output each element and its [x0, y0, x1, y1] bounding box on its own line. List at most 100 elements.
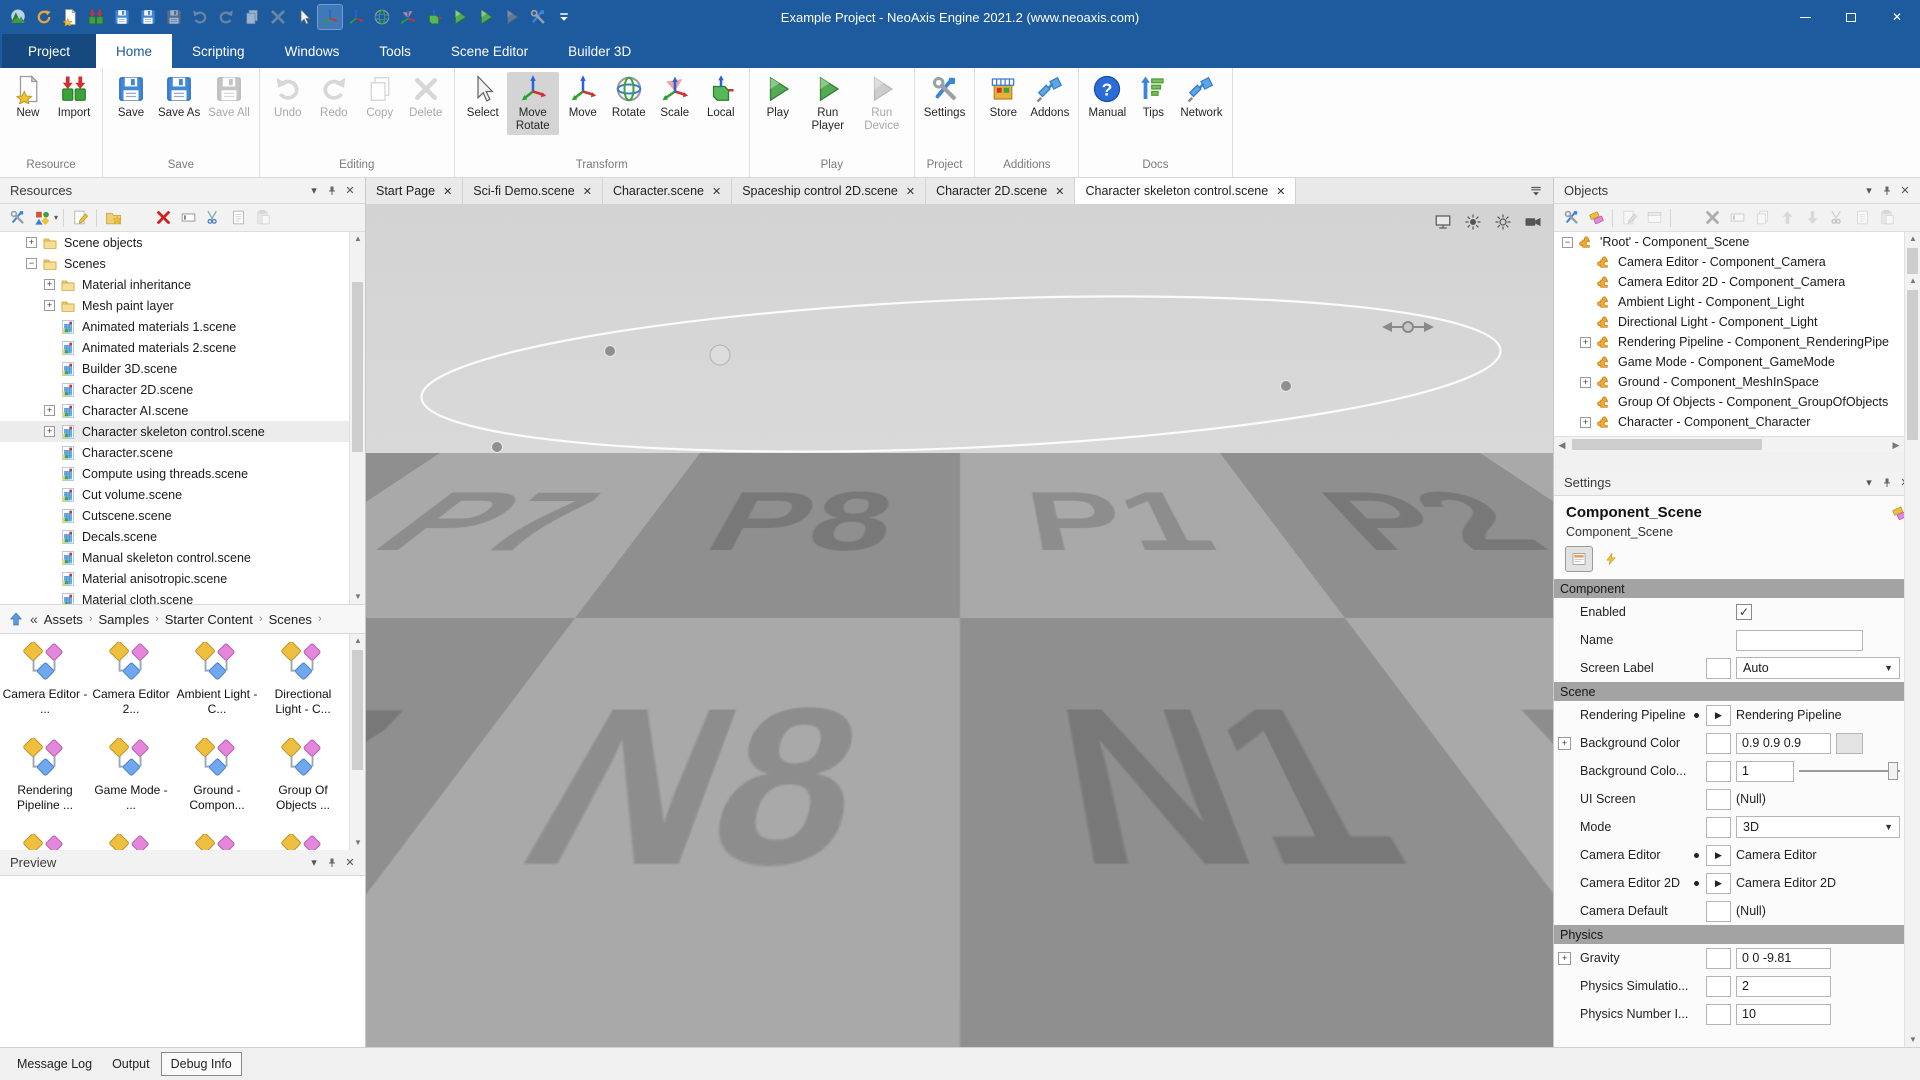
tools-button[interactable] — [6, 207, 28, 229]
doc-tab-sci-fi-demo-scene[interactable]: Sci-fi Demo.scene ✕ — [463, 178, 603, 204]
doc-tab-start-page[interactable]: Start Page ✕ — [366, 178, 464, 204]
expand-icon[interactable]: + — [1558, 951, 1571, 965]
tree-item[interactable]: Cut volume.scene — [0, 484, 365, 505]
tree-item[interactable]: Animated materials 2.scene — [0, 337, 365, 358]
color-swatch[interactable] — [1836, 732, 1863, 754]
scroll-down-icon[interactable]: ▼ — [1905, 1033, 1920, 1047]
save-as-button[interactable]: Save As — [155, 72, 203, 122]
tree-item[interactable]: + Ground - Component_MeshInSpace — [1554, 372, 1920, 392]
xred-button[interactable] — [152, 207, 174, 229]
local-button[interactable] — [422, 5, 446, 29]
scroll-left-icon[interactable]: ◀ — [1554, 437, 1570, 453]
thumbnails-scrollbar[interactable]: ▲ ▼ — [349, 634, 365, 850]
redo-button[interactable]: Redo — [312, 72, 356, 122]
up-folder-icon[interactable] — [8, 611, 24, 627]
store-button[interactable]: Store — [981, 72, 1025, 122]
name-field[interactable] — [1736, 629, 1863, 651]
settings-section-physics[interactable]: Physics — [1554, 925, 1904, 944]
expand-icon[interactable]: + — [1580, 416, 1591, 428]
ref-button[interactable] — [1706, 947, 1731, 969]
asset-item[interactable] — [88, 830, 174, 850]
pencil-button[interactable] — [69, 207, 91, 229]
breadcrumb-item-starter-content[interactable]: Starter Content — [165, 612, 253, 627]
tree-item[interactable]: + Mesh paint layer — [0, 295, 365, 316]
settings-section-scene[interactable]: Scene — [1554, 682, 1904, 701]
panel-menu-icon[interactable]: ▾ — [305, 855, 323, 871]
menu-tab-home[interactable]: Home — [96, 34, 173, 68]
ref-button[interactable] — [1706, 657, 1731, 679]
sun-button[interactable] — [1461, 212, 1485, 232]
scroll-up-icon[interactable]: ▲ — [350, 232, 366, 246]
folderstar-button[interactable] — [102, 207, 124, 229]
tree-item[interactable]: − Scenes — [0, 253, 365, 274]
enabled-checkbox[interactable]: ✓ — [1736, 604, 1752, 620]
scissors-button[interactable] — [1826, 207, 1848, 229]
resources-scrollbar[interactable]: ▲ ▼ — [349, 232, 365, 604]
background-colo--field[interactable]: 1 — [1736, 760, 1794, 782]
copy-button[interactable] — [240, 5, 264, 29]
camera-editor-ref-button[interactable]: ▶ — [1706, 844, 1731, 866]
select-button[interactable]: Select — [461, 72, 505, 122]
tools-button[interactable] — [526, 5, 550, 29]
panel-menu-icon[interactable]: ▾ — [305, 183, 323, 199]
customize-toolbar-button[interactable] — [552, 5, 576, 29]
tree-item[interactable]: Manual skeleton control.scene — [0, 547, 365, 568]
new-resource-button[interactable] — [58, 5, 82, 29]
background-colo--slider[interactable] — [1799, 762, 1900, 780]
sun2-button[interactable] — [1491, 212, 1515, 232]
scissors-button[interactable] — [202, 207, 224, 229]
move-button[interactable] — [344, 5, 368, 29]
ref-button[interactable] — [1706, 732, 1731, 754]
select-button[interactable] — [292, 5, 316, 29]
scale-button[interactable]: Scale — [653, 72, 697, 122]
ref-button[interactable] — [1706, 816, 1731, 838]
ref-button[interactable] — [1706, 1003, 1731, 1025]
tree-item[interactable]: Compute using threads.scene — [0, 463, 365, 484]
tree-item[interactable]: − 'Root' - Component_Scene — [1554, 232, 1920, 252]
move-rotate-button[interactable]: Move Rotate — [506, 72, 559, 136]
doc-tab-character-skeleton-control-scene[interactable]: Character skeleton control.scene ✕ — [1075, 178, 1297, 204]
expand-icon[interactable]: + — [44, 279, 55, 290]
pin-icon[interactable] — [323, 183, 341, 199]
move-button[interactable]: Move — [561, 72, 605, 122]
app-logo-button[interactable] — [6, 5, 30, 29]
ref-button[interactable] — [1706, 975, 1731, 997]
close-panel-icon[interactable]: ✕ — [341, 183, 359, 199]
panel-menu-icon[interactable]: ▾ — [1860, 475, 1878, 491]
close-tab-icon[interactable]: ✕ — [906, 185, 915, 198]
pin-icon[interactable] — [1878, 475, 1896, 491]
events-tab-button[interactable] — [1598, 547, 1624, 571]
play-button[interactable]: Play — [756, 72, 800, 122]
save-button[interactable]: Save — [109, 72, 153, 122]
scroll-down-icon[interactable]: ▼ — [350, 590, 366, 604]
tree-item[interactable]: Camera Editor - Component_Camera — [1554, 252, 1920, 272]
redo-button[interactable] — [214, 5, 238, 29]
settings-scrollbar[interactable]: ▲ ▼ — [1904, 274, 1920, 1047]
menu-tab-scene-editor[interactable]: Scene Editor — [431, 34, 548, 68]
close-tab-icon[interactable]: ✕ — [443, 185, 452, 198]
doc-tab-character-scene[interactable]: Character.scene ✕ — [603, 178, 733, 204]
expand-icon[interactable]: + — [1580, 336, 1591, 348]
settings-button[interactable]: Settings — [921, 72, 969, 122]
run-device-button[interactable] — [500, 5, 524, 29]
camera-button[interactable] — [1521, 212, 1545, 232]
close-tab-icon[interactable]: ✕ — [712, 185, 721, 198]
pin-icon[interactable] — [1878, 183, 1896, 199]
window-button[interactable] — [1643, 207, 1665, 229]
asset-item[interactable]: Ground - Compon... — [174, 734, 260, 830]
asset-item[interactable]: Camera Editor 2... — [88, 638, 174, 734]
screen-button[interactable] — [1431, 212, 1455, 232]
properties-tab-button[interactable] — [1565, 546, 1593, 572]
move-rotate-button[interactable] — [317, 4, 343, 30]
tree-item[interactable]: Builder 3D.scene — [0, 358, 365, 379]
tree-item[interactable]: + Character - Component_Character — [1554, 412, 1920, 432]
tree-item[interactable]: Material anisotropic.scene — [0, 568, 365, 589]
tools-button[interactable] — [1560, 207, 1582, 229]
close-button[interactable]: ✕ — [1874, 0, 1920, 34]
status-tab-output[interactable]: Output — [103, 1053, 159, 1075]
tree-item[interactable]: Ambient Light - Component_Light — [1554, 292, 1920, 312]
rename-button[interactable] — [177, 207, 199, 229]
breadcrumb-item-samples[interactable]: Samples — [98, 612, 149, 627]
menu-tab-windows[interactable]: Windows — [265, 34, 360, 68]
tree-item[interactable]: Camera Editor 2D - Component_Camera — [1554, 272, 1920, 292]
